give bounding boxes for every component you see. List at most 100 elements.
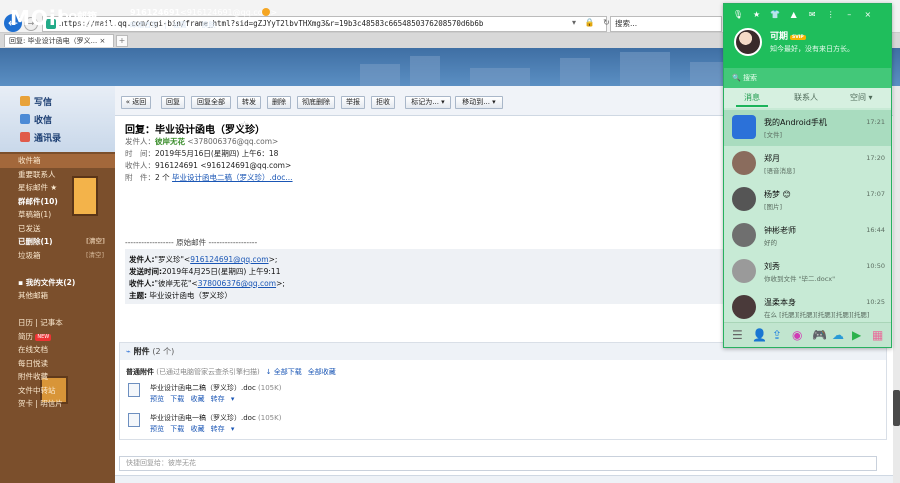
- address-tools[interactable]: ▾ 🔒 ↻: [572, 18, 613, 27]
- contact-avatar: [732, 223, 756, 247]
- browser-tab[interactable]: 回复: 毕业设计函电（罗义... ×: [4, 34, 114, 47]
- header-links[interactable]: 邮箱首页 | 设置 · 换肤: [130, 20, 215, 30]
- meta-from: 发件人：彼岸无花 <378006376@qq.com>: [125, 137, 279, 146]
- last-message: [图片]: [764, 203, 783, 211]
- back-to-list-button[interactable]: « 返回: [121, 96, 151, 109]
- empty-folder-link[interactable]: [清空]: [86, 249, 104, 263]
- conversation-item[interactable]: 我的Android手机 [文件] 17:21: [724, 110, 891, 146]
- shirt-icon[interactable]: 👕: [767, 10, 783, 19]
- account-label: 916124691<916124691@qq.com>: [130, 8, 278, 17]
- last-message: [语音消息]: [764, 167, 796, 175]
- attachments-section: ⌁ 附件 (2 个) 普通附件 (已通过电脑管家云查杀引擎扫描) ↓ 全部下载 全部…: [119, 342, 887, 440]
- qq-nickname[interactable]: 可期 SVIP: [770, 29, 806, 42]
- forward-button[interactable]: 转发: [237, 96, 261, 109]
- sidebar-folder[interactable]: 已发送: [0, 222, 115, 236]
- qq-app-icon[interactable]: ⇪: [772, 328, 782, 342]
- contact-name: 杨梦 😊: [764, 190, 791, 199]
- sender-name[interactable]: 彼岸无花: [155, 137, 185, 146]
- qq-app-icon[interactable]: ▦: [872, 328, 883, 342]
- sidebar-folder[interactable]: 草稿箱(1): [0, 208, 115, 222]
- star-icon[interactable]: ★: [749, 10, 765, 19]
- reject-button[interactable]: 拒收: [371, 96, 395, 109]
- orig-to: 收件人:"彼岸无花"<378006376@qq.com>;: [129, 279, 285, 288]
- conversation-item[interactable]: 温柔本身 在么 [托腮][托腮][托腮][托腮][托腮] 10:25: [724, 290, 891, 326]
- minimize-icon[interactable]: –: [841, 10, 857, 19]
- mail-icon[interactable]: ✉: [804, 10, 820, 19]
- qq-app-icon[interactable]: ☁: [832, 328, 844, 342]
- empty-folder-link[interactable]: [清空]: [86, 235, 105, 249]
- conversation-item[interactable]: 郑月 [语音消息] 17:20: [724, 146, 891, 182]
- sidebar-folder[interactable]: 其他邮箱: [0, 289, 115, 303]
- meta-date: 时 间：2019年5月16日(星期四) 上午6：18: [125, 149, 279, 158]
- scrollbar-thumb[interactable]: [893, 390, 900, 426]
- new-tab-button[interactable]: +: [116, 35, 128, 47]
- mail-logo-domain: mail.qq.com: [76, 20, 117, 28]
- permanent-delete-button[interactable]: 彻底删除: [297, 96, 335, 109]
- mark-as-dropdown[interactable]: 标记为... ▾: [405, 96, 451, 109]
- address-bar[interactable]: https://mail.qq.com/cgi-bin/frame_html?s…: [42, 16, 607, 32]
- attachment-actions[interactable]: 预览 下载 收藏 转存 ▾: [150, 424, 234, 434]
- sidebar-folder[interactable]: 收件箱: [0, 154, 115, 168]
- tab-space[interactable]: 空间 ▾: [850, 92, 873, 103]
- reply-all-button[interactable]: 回复全部: [191, 96, 231, 109]
- qq-app-icon[interactable]: 👤: [752, 328, 767, 342]
- sidebar-folder[interactable]: 贺卡 | 明信片: [0, 397, 115, 411]
- tab-close-icon[interactable]: ×: [100, 37, 106, 45]
- triangle-icon[interactable]: ▲: [786, 10, 802, 19]
- delete-button[interactable]: 删除: [267, 96, 291, 109]
- tab-messages[interactable]: 消息: [744, 92, 760, 103]
- inbox-receive-button[interactable]: 收信: [20, 113, 52, 126]
- conversation-item[interactable]: 刘秀 你收到文件 "毕二.docx" 10:50: [724, 254, 891, 290]
- vip-icon[interactable]: [262, 8, 270, 16]
- move-to-dropdown[interactable]: 移动到... ▾: [455, 96, 503, 109]
- sidebar-folder[interactable]: ▪ 我的文件夹(2): [0, 276, 115, 290]
- star-icon[interactable]: ☆: [240, 120, 249, 131]
- attachment-actions[interactable]: 预览 下载 收藏 转存 ▾: [150, 394, 234, 404]
- mic-icon[interactable]: 🎙: [730, 10, 746, 19]
- sidebar-folder[interactable]: 已删除(1) [清空]: [0, 235, 115, 249]
- more-icon[interactable]: ⋮: [823, 10, 839, 19]
- attachment-preview-link[interactable]: 毕业设计函电二稿（罗义珍）.doc...: [172, 173, 293, 182]
- attachment-name[interactable]: 毕业设计函电一稿（罗义珍）.doc (105K): [150, 413, 281, 423]
- qq-panel: 🎙 ★ 👕 ▲ ✉ ⋮ – × 可期 SVIP 知今最好，没有来日方长。 🔍 搜索…: [723, 3, 892, 348]
- sidebar-folder[interactable]: 每日悦读: [0, 357, 115, 371]
- close-icon[interactable]: ×: [860, 10, 876, 19]
- contacts-button[interactable]: 通讯录: [20, 131, 61, 144]
- attachment-name[interactable]: 毕业设计函电二稿（罗义珍）.doc (105K): [150, 383, 281, 393]
- conversation-item[interactable]: 杨梦 😊 [图片] 17:07: [724, 182, 891, 218]
- download-all-link[interactable]: ↓ 全部下载: [266, 368, 302, 376]
- contact-avatar: [732, 259, 756, 283]
- sidebar-folder[interactable]: 星标邮件 ★: [0, 181, 115, 195]
- sidebar-folder[interactable]: 日历 | 记事本: [0, 316, 115, 330]
- save-all-link[interactable]: 全部收藏: [308, 368, 336, 376]
- sidebar-folder[interactable]: 附件收藏: [0, 370, 115, 384]
- orig-from-email-link[interactable]: 916124691@qq.com: [190, 255, 268, 264]
- qq-search-input[interactable]: 🔍 搜索: [724, 68, 891, 88]
- report-button[interactable]: 举报: [341, 96, 365, 109]
- orig-subject: 主题: 毕业设计函电（罗义珍）: [129, 291, 232, 300]
- orig-to-email-link[interactable]: 378006376@qq.com: [198, 279, 276, 288]
- mail-logo[interactable]: MOil: [10, 6, 65, 30]
- tab-title: 回复: 毕业设计函电（罗义...: [9, 37, 98, 45]
- sidebar-folder[interactable]: 群邮件(10): [0, 195, 115, 209]
- tab-contacts[interactable]: 联系人: [794, 92, 818, 103]
- conversation-item[interactable]: 钟彬老师 好的 16:44: [724, 218, 891, 254]
- qq-app-icon[interactable]: 🎮: [812, 328, 827, 342]
- quick-reply-input[interactable]: 快捷回复给：彼岸无花: [119, 456, 877, 471]
- sidebar-actions: 写信 收信 通讯录: [0, 86, 115, 152]
- qq-app-icon[interactable]: ▶: [852, 328, 861, 342]
- sidebar-folder[interactable]: 简历 NEW: [0, 330, 115, 344]
- browser-search-input[interactable]: 搜索...: [610, 16, 722, 32]
- sidebar-folder[interactable]: 在线文档: [0, 343, 115, 357]
- original-mail-separator: ------------------ 原始邮件 ----------------…: [125, 238, 258, 247]
- qq-avatar[interactable]: [734, 28, 762, 56]
- reply-button[interactable]: 回复: [161, 96, 185, 109]
- sidebar-folder[interactable]: 垃圾箱 [清空]: [0, 249, 115, 263]
- qq-app-icon[interactable]: ◉: [792, 328, 802, 342]
- sidebar-folder[interactable]: 重要联系人: [0, 168, 115, 182]
- sidebar-folder[interactable]: 文件中转站: [0, 384, 115, 398]
- qq-app-icon[interactable]: ☰: [732, 328, 743, 342]
- compose-button[interactable]: 写信: [20, 95, 52, 108]
- qq-signature[interactable]: 知今最好，没有来日方长。: [770, 44, 854, 54]
